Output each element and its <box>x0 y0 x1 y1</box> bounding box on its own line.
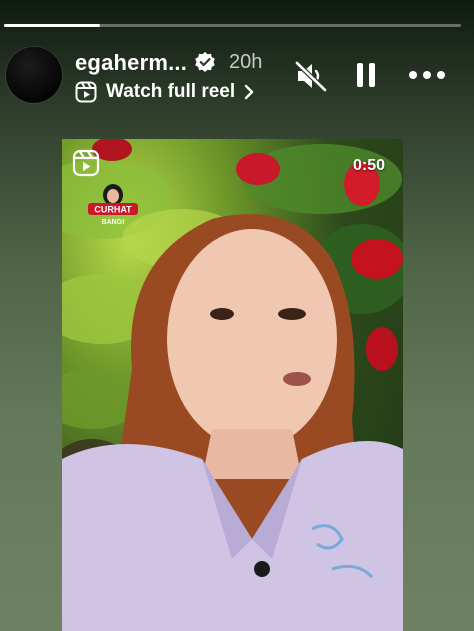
watch-full-reel-label: Watch full reel <box>106 81 236 102</box>
pause-icon <box>357 63 375 87</box>
reel-video-preview[interactable]: 0:50 CURHAT BANG! <box>62 139 403 631</box>
chevron-right-icon <box>244 84 254 100</box>
channel-logo: CURHAT BANG! <box>88 184 138 226</box>
pause-button[interactable] <box>355 60 377 90</box>
post-time: 20h <box>229 51 263 73</box>
reel-icon <box>75 81 97 103</box>
verified-badge-icon <box>195 52 215 72</box>
more-options-icon <box>409 71 445 79</box>
username[interactable]: egaherm... <box>75 50 187 76</box>
video-duration: 0:50 <box>353 157 386 174</box>
story-progress-bar <box>4 24 461 27</box>
speaker-muted-icon <box>294 60 328 92</box>
more-options-button[interactable] <box>407 60 447 90</box>
watch-full-reel-link[interactable]: Watch full reel <box>75 80 255 104</box>
mute-button[interactable] <box>294 60 328 92</box>
reel-badge-icon <box>72 149 100 177</box>
story-progress-fill <box>4 24 100 27</box>
avatar[interactable] <box>6 47 62 103</box>
svg-text:CURHAT: CURHAT <box>94 205 132 215</box>
svg-text:BANG!: BANG! <box>102 219 125 226</box>
